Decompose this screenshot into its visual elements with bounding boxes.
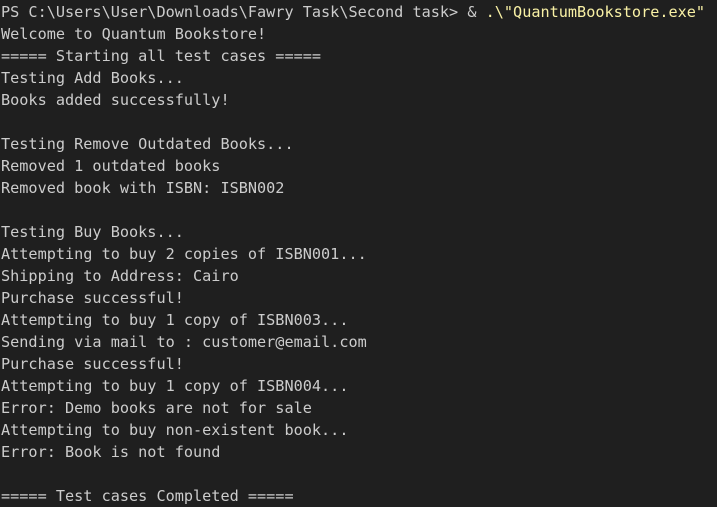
output-line: Testing Remove Outdated Books... bbox=[1, 135, 294, 153]
output-line: Shipping to Address: Cairo bbox=[1, 267, 239, 285]
output-line: Removed book with ISBN: ISBN002 bbox=[1, 179, 285, 197]
output-line: Testing Add Books... bbox=[1, 69, 184, 87]
output-line: Purchase successful! bbox=[1, 355, 184, 373]
output-line: Testing Buy Books... bbox=[1, 223, 184, 241]
output-line: Welcome to Quantum Bookstore! bbox=[1, 25, 267, 43]
call-operator: & bbox=[467, 3, 486, 21]
output-line: Attempting to buy 1 copy of ISBN004... bbox=[1, 377, 349, 395]
command-text: .\"QuantumBookstore.exe" bbox=[485, 3, 706, 21]
prompt-line: PS C:\Users\User\Downloads\Fawry Task\Se… bbox=[1, 1, 717, 23]
prompt-path: PS C:\Users\User\Downloads\Fawry Task\Se… bbox=[1, 3, 468, 21]
output-line: ===== Starting all test cases ===== bbox=[1, 47, 322, 65]
terminal-output[interactable]: PS C:\Users\User\Downloads\Fawry Task\Se… bbox=[0, 0, 717, 507]
output-line: ===== Test cases Completed ===== bbox=[1, 487, 294, 505]
output-line: Attempting to buy 1 copy of ISBN003... bbox=[1, 311, 349, 329]
output-line: Removed 1 outdated books bbox=[1, 157, 221, 175]
output-line: Error: Demo books are not for sale bbox=[1, 399, 312, 417]
output-line: Attempting to buy 2 copies of ISBN001... bbox=[1, 245, 367, 263]
output-line: Sending via mail to : customer@email.com bbox=[1, 333, 367, 351]
output-line: Error: Book is not found bbox=[1, 443, 221, 461]
output-line: Attempting to buy non-existent book... bbox=[1, 421, 349, 439]
output-line: Purchase successful! bbox=[1, 289, 184, 307]
output-line: Books added successfully! bbox=[1, 91, 230, 109]
